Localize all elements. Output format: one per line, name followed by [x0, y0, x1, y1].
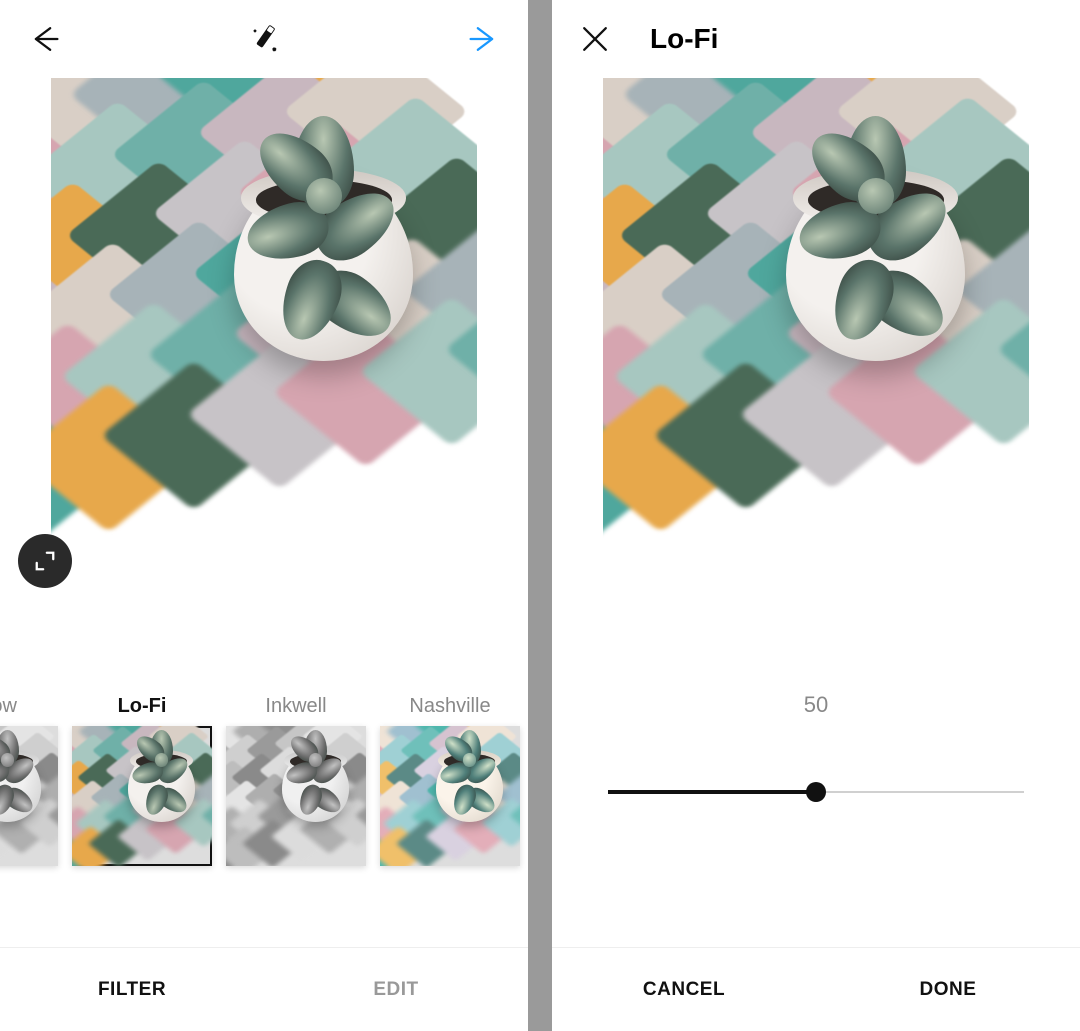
- close-icon: [577, 21, 613, 57]
- filter-label: Willow: [0, 686, 17, 726]
- arrow-left-icon: [25, 21, 61, 57]
- filter-label: Lo-Fi: [118, 686, 167, 726]
- topbar-left: [0, 0, 528, 78]
- preview-area-left: [0, 78, 528, 612]
- filter-title: Lo-Fi: [650, 23, 718, 55]
- filter-adjust-screen: Lo-Fi 50 CANCEL DONE: [552, 0, 1080, 1031]
- preview-area-right: [552, 78, 1080, 612]
- slider-value: 50: [804, 692, 828, 718]
- next-button[interactable]: [464, 18, 506, 60]
- cancel-button[interactable]: CANCEL: [552, 948, 816, 1031]
- auto-enhance-button[interactable]: [243, 18, 285, 60]
- filter-label: Nashville: [409, 686, 490, 726]
- magic-wand-icon: [246, 21, 282, 57]
- expand-icon: [34, 550, 56, 572]
- close-button[interactable]: [574, 18, 616, 60]
- filter-select-screen: Willow Lo-Fi Inkwell Nashville FILTER EDIT: [0, 0, 528, 1031]
- arrow-right-icon: [467, 21, 503, 57]
- slider-handle[interactable]: [806, 782, 826, 802]
- filter-item-nashville[interactable]: Nashville: [380, 686, 520, 866]
- filter-thumbnail[interactable]: [0, 726, 58, 866]
- bottom-tabs: FILTER EDIT: [0, 947, 528, 1031]
- photo-preview[interactable]: [51, 78, 477, 606]
- filter-item-willow[interactable]: Willow: [0, 686, 58, 866]
- panel-divider: [528, 0, 552, 1031]
- expand-button[interactable]: [18, 534, 72, 588]
- intensity-slider[interactable]: [608, 790, 1024, 794]
- topbar-right: Lo-Fi: [552, 0, 1080, 78]
- back-button[interactable]: [22, 18, 64, 60]
- filter-label: Inkwell: [265, 686, 326, 726]
- filter-thumbnail[interactable]: [72, 726, 212, 866]
- slider-area: 50: [552, 612, 1080, 947]
- filter-thumbnail[interactable]: [226, 726, 366, 866]
- filter-item-lofi[interactable]: Lo-Fi: [72, 686, 212, 866]
- tab-edit[interactable]: EDIT: [264, 948, 528, 1031]
- bottom-actions: CANCEL DONE: [552, 947, 1080, 1031]
- done-button[interactable]: DONE: [816, 948, 1080, 1031]
- tab-filter[interactable]: FILTER: [0, 948, 264, 1031]
- filter-item-inkwell[interactable]: Inkwell: [226, 686, 366, 866]
- filter-strip[interactable]: Willow Lo-Fi Inkwell Nashville: [0, 686, 528, 910]
- photo-preview[interactable]: [603, 78, 1029, 606]
- filter-thumbnail[interactable]: [380, 726, 520, 866]
